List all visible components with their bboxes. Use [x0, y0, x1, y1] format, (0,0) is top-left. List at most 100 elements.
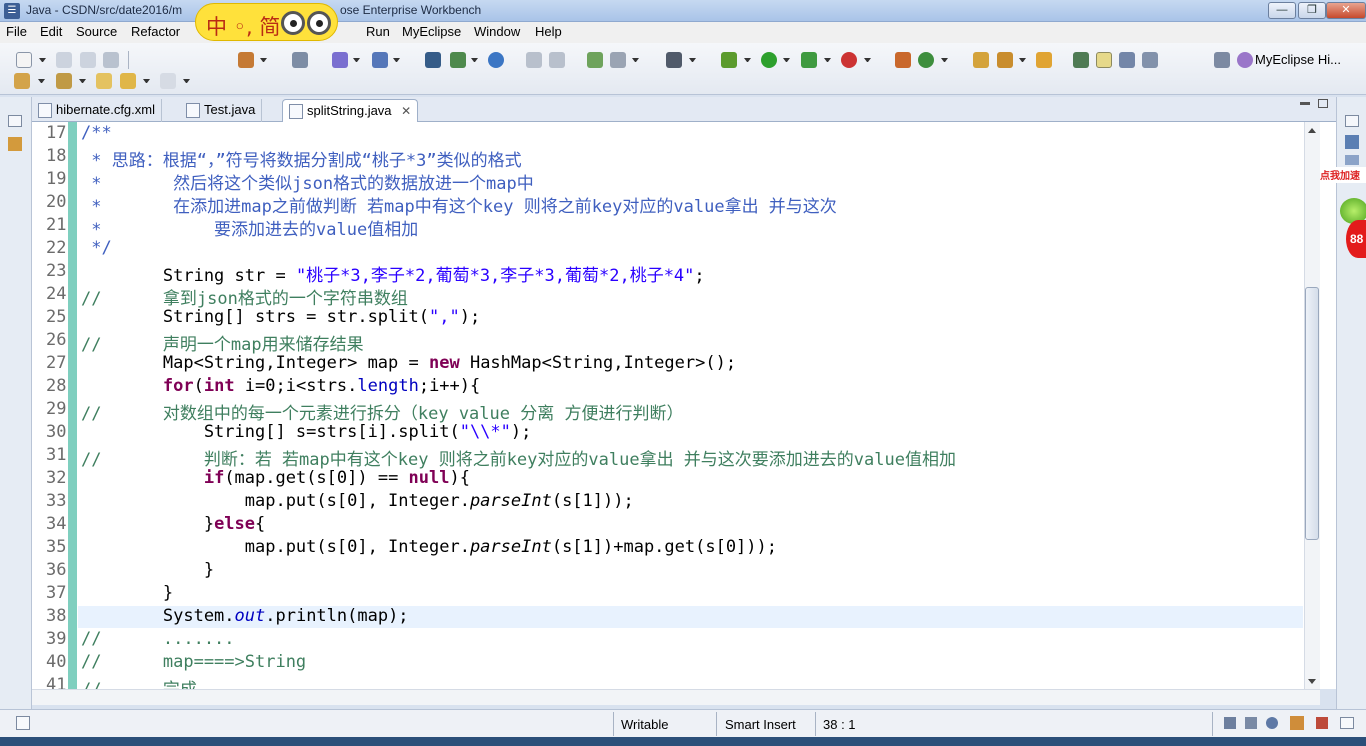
- code-line[interactable]: * 然后将这个类似json格式的数据放进一个map中: [81, 169, 534, 194]
- chevron-down-icon[interactable]: [79, 79, 86, 83]
- chevron-down-icon[interactable]: [689, 58, 696, 62]
- maximize-view-icon[interactable]: [1318, 99, 1328, 108]
- chevron-down-icon[interactable]: [143, 79, 150, 83]
- tab-hibernate-cfg[interactable]: hibernate.cfg.xml: [32, 99, 162, 122]
- code-line[interactable]: // map====>String: [81, 652, 306, 672]
- chevron-down-icon[interactable]: [260, 58, 267, 62]
- eclipse-app-icon[interactable]: ☰: [4, 3, 20, 19]
- connect-icon[interactable]: [610, 52, 626, 68]
- back-icon[interactable]: [120, 73, 136, 89]
- menu-window[interactable]: Window: [474, 24, 520, 39]
- tab-split-string-java[interactable]: splitString.java ✕: [282, 99, 419, 122]
- uml-icon[interactable]: [587, 52, 603, 68]
- chevron-down-icon[interactable]: [353, 58, 360, 62]
- chevron-down-icon[interactable]: [783, 58, 790, 62]
- next-annotation-icon[interactable]: [14, 73, 30, 89]
- open-perspective-icon[interactable]: [1214, 52, 1230, 68]
- code-line[interactable]: // 拿到json格式的一个字符串数组: [81, 284, 408, 309]
- package-explorer-icon[interactable]: [8, 137, 22, 151]
- menu-file[interactable]: File: [6, 24, 27, 39]
- globe-icon[interactable]: [488, 52, 504, 68]
- folder-icon[interactable]: [1036, 52, 1052, 68]
- menu-refactor[interactable]: Refactor: [131, 24, 180, 39]
- camera-icon[interactable]: [666, 52, 682, 68]
- chevron-down-icon[interactable]: [1019, 58, 1026, 62]
- highlight-icon[interactable]: [1096, 52, 1112, 68]
- code-line[interactable]: * 思路：根据“，”符号将数据分割成“桃子*3”类似的格式: [81, 146, 521, 171]
- code-line[interactable]: }: [81, 583, 173, 603]
- code-line[interactable]: * 在添加进map之前做判断 若map中有这个key 则将之前key对应的val…: [81, 192, 837, 217]
- block-selection-icon[interactable]: [1119, 52, 1135, 68]
- speed-up-widget-label[interactable]: 点我加速: [1320, 167, 1366, 183]
- menu-myeclipse[interactable]: MyEclipse: [402, 24, 461, 39]
- wand-icon[interactable]: [997, 52, 1013, 68]
- code-line[interactable]: String[] s=strs[i].split("\\*");: [81, 422, 532, 442]
- close-icon[interactable]: ✕: [401, 104, 411, 118]
- restore-view-icon[interactable]: [1345, 115, 1359, 127]
- debug-icon[interactable]: [721, 52, 737, 68]
- db-icon[interactable]: [526, 52, 542, 68]
- tab-test-java[interactable]: Test.java: [180, 99, 263, 122]
- chevron-down-icon[interactable]: [632, 58, 639, 62]
- code-line[interactable]: map.put(s[0], Integer.parseInt(s[1])+map…: [81, 537, 777, 557]
- new-icon[interactable]: [16, 52, 32, 68]
- chevron-down-icon[interactable]: [744, 58, 751, 62]
- chevron-down-icon[interactable]: [393, 58, 400, 62]
- fast-view-icon[interactable]: [16, 716, 30, 730]
- print-icon[interactable]: [103, 52, 119, 68]
- code-line[interactable]: String[] strs = str.split(",");: [81, 307, 480, 327]
- chevron-down-icon[interactable]: [39, 58, 46, 62]
- open-type-icon[interactable]: [332, 52, 348, 68]
- code-line[interactable]: // 完成: [81, 675, 197, 689]
- run-server-icon[interactable]: [450, 52, 466, 68]
- close-button[interactable]: ✕: [1326, 2, 1366, 19]
- perspective-label[interactable]: MyEclipse Hi...: [1255, 52, 1341, 67]
- console-icon[interactable]: [1245, 717, 1257, 729]
- code-line[interactable]: // .......: [81, 629, 235, 649]
- show-whitespace-icon[interactable]: [1142, 52, 1158, 68]
- external-tools-icon[interactable]: [841, 52, 857, 68]
- previous-annotation-icon[interactable]: [56, 73, 72, 89]
- code-line[interactable]: if(map.get(s[0]) == null){: [81, 468, 470, 488]
- restore-button[interactable]: ❐: [1298, 2, 1326, 19]
- deploy-icon[interactable]: [292, 52, 308, 68]
- chevron-down-icon[interactable]: [183, 79, 190, 83]
- chevron-down-icon[interactable]: [824, 58, 831, 62]
- code-line[interactable]: * 要添加进去的value值相加: [81, 215, 418, 240]
- save-icon[interactable]: [56, 52, 72, 68]
- menu-run[interactable]: Run: [366, 24, 390, 39]
- views-icon[interactable]: [1224, 717, 1236, 729]
- code-line[interactable]: // 对数组中的每一个元素进行拆分（key value 分离 方便进行判断）: [81, 399, 683, 424]
- outline-icon[interactable]: [1345, 135, 1359, 149]
- run-config-icon[interactable]: [801, 52, 817, 68]
- myeclipse-perspective-icon[interactable]: [1237, 52, 1253, 68]
- code-line[interactable]: map.put(s[0], Integer.parseInt(s[1]));: [81, 491, 634, 511]
- chevron-down-icon[interactable]: [941, 58, 948, 62]
- minimize-view-icon[interactable]: [1300, 102, 1310, 105]
- report-icon[interactable]: [549, 52, 565, 68]
- minimize-button[interactable]: —: [1268, 2, 1296, 19]
- save-all-icon[interactable]: [80, 52, 96, 68]
- code-line[interactable]: // 声明一个map用来储存结果: [81, 330, 364, 355]
- code-line[interactable]: */: [81, 238, 111, 258]
- at-icon[interactable]: [1266, 717, 1278, 729]
- code-line[interactable]: String str = "桃子*3,李子*2,葡萄*3,李子*3,葡萄*2,桃…: [81, 261, 705, 286]
- tasks-icon[interactable]: [1290, 716, 1304, 730]
- restore-view-icon[interactable]: [8, 115, 22, 127]
- server-icon[interactable]: [425, 52, 441, 68]
- problems-icon[interactable]: [1316, 717, 1328, 729]
- forward-icon[interactable]: [160, 73, 176, 89]
- ime-toolbar[interactable]: 中 ◦, 简: [195, 3, 338, 41]
- vertical-scrollbar-thumb[interactable]: [1305, 287, 1319, 540]
- new-package-icon[interactable]: [918, 52, 934, 68]
- task-list-icon[interactable]: [1345, 155, 1359, 165]
- speed-up-badge[interactable]: 88: [1346, 220, 1366, 258]
- scroll-down-icon[interactable]: [1308, 679, 1316, 684]
- run-icon[interactable]: [761, 52, 777, 68]
- menu-source[interactable]: Source: [76, 24, 117, 39]
- last-edit-icon[interactable]: [96, 73, 112, 89]
- search-icon[interactable]: [372, 52, 388, 68]
- open-folder-icon[interactable]: [973, 52, 989, 68]
- code-line[interactable]: // 判断：若 若map中有这个key 则将之前key对应的value拿出 并与…: [81, 445, 956, 470]
- chevron-down-icon[interactable]: [864, 58, 871, 62]
